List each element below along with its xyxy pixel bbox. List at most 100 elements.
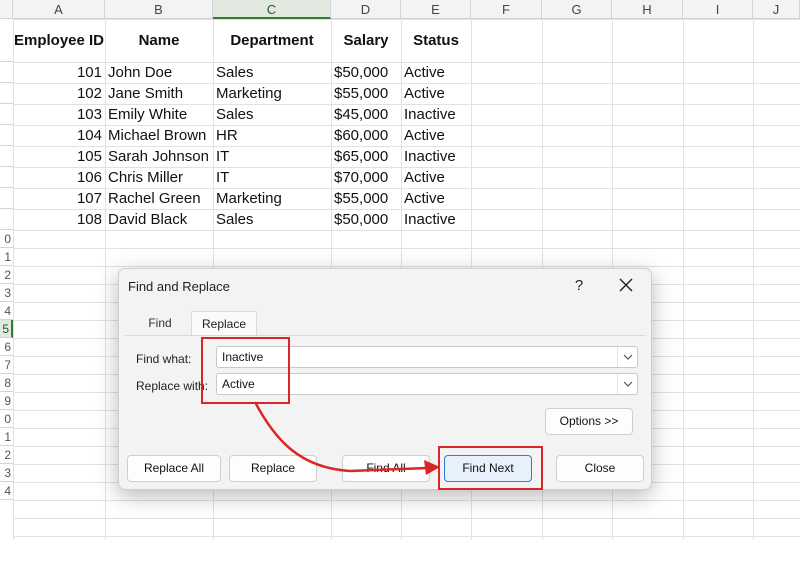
- column-header-c[interactable]: C: [213, 0, 331, 19]
- column-header-e[interactable]: E: [401, 0, 471, 19]
- cell-salary[interactable]: $45,000: [334, 104, 401, 125]
- column-header-i[interactable]: I: [683, 0, 753, 19]
- row-header[interactable]: [0, 104, 13, 125]
- cell-status[interactable]: Active: [404, 83, 471, 104]
- column-header-d[interactable]: D: [331, 0, 401, 19]
- cell-salary[interactable]: $65,000: [334, 146, 401, 167]
- cell-name[interactable]: Jane Smith: [108, 83, 213, 104]
- row-header[interactable]: 1: [0, 248, 13, 266]
- grid-row-line: [13, 536, 800, 537]
- cell-department[interactable]: Marketing: [216, 83, 331, 104]
- cell-employee-id[interactable]: 102: [13, 83, 102, 104]
- row-header[interactable]: 0: [0, 410, 13, 428]
- row-header[interactable]: [0, 125, 13, 146]
- column-header-g[interactable]: G: [542, 0, 612, 19]
- close-dialog-button[interactable]: [614, 273, 638, 297]
- row-header[interactable]: 8: [0, 374, 13, 392]
- row-header[interactable]: 4: [0, 302, 13, 320]
- cell-department[interactable]: Sales: [216, 104, 331, 125]
- cell-department[interactable]: Sales: [216, 209, 331, 230]
- chevron-down-icon: [623, 381, 633, 387]
- row-header[interactable]: 4: [0, 482, 13, 500]
- find-all-button[interactable]: Find All: [342, 455, 430, 482]
- cell-employee-id[interactable]: 104: [13, 125, 102, 146]
- cell-salary[interactable]: $70,000: [334, 167, 401, 188]
- cell-status[interactable]: Active: [404, 62, 471, 83]
- cell-name[interactable]: Michael Brown: [108, 125, 213, 146]
- row-header[interactable]: 1: [0, 428, 13, 446]
- row-header[interactable]: [0, 146, 13, 167]
- row-header[interactable]: 0: [0, 230, 13, 248]
- row-header[interactable]: [0, 19, 13, 62]
- row-header[interactable]: [0, 62, 13, 83]
- header-cell-name[interactable]: Name: [105, 19, 213, 62]
- cell-department[interactable]: IT: [216, 146, 331, 167]
- cell-salary[interactable]: $50,000: [334, 209, 401, 230]
- cell-status[interactable]: Inactive: [404, 209, 471, 230]
- cell-name[interactable]: David Black: [108, 209, 213, 230]
- options-button[interactable]: Options >>: [545, 408, 633, 435]
- row-header[interactable]: [0, 209, 13, 230]
- cell-department[interactable]: HR: [216, 125, 331, 146]
- cell-status[interactable]: Inactive: [404, 104, 471, 125]
- cell-salary[interactable]: $55,000: [334, 83, 401, 104]
- cell-status[interactable]: Inactive: [404, 146, 471, 167]
- row-header[interactable]: [0, 83, 13, 104]
- replace-all-button[interactable]: Replace All: [127, 455, 221, 482]
- cell-employee-id[interactable]: 101: [13, 62, 102, 83]
- row-header[interactable]: 2: [0, 446, 13, 464]
- cell-name[interactable]: Rachel Green: [108, 188, 213, 209]
- row-header[interactable]: 9: [0, 392, 13, 410]
- cell-salary[interactable]: $50,000: [334, 62, 401, 83]
- cell-name[interactable]: Emily White: [108, 104, 213, 125]
- grid-row-line: [13, 518, 800, 519]
- cell-salary[interactable]: $60,000: [334, 125, 401, 146]
- replace-with-dropdown[interactable]: [617, 374, 637, 394]
- row-header[interactable]: [0, 167, 13, 188]
- column-header-b[interactable]: B: [105, 0, 213, 19]
- column-header-j[interactable]: J: [753, 0, 800, 19]
- column-header-bar: ABCDEFGHIJ: [0, 0, 800, 19]
- header-cell-salary[interactable]: Salary: [331, 19, 401, 62]
- cell-status[interactable]: Active: [404, 125, 471, 146]
- column-header-a[interactable]: A: [13, 0, 105, 19]
- cell-department[interactable]: Marketing: [216, 188, 331, 209]
- cell-employee-id[interactable]: 103: [13, 104, 102, 125]
- cell-employee-id[interactable]: 107: [13, 188, 102, 209]
- cell-name[interactable]: John Doe: [108, 62, 213, 83]
- grid-row-line: [13, 248, 800, 249]
- cell-salary[interactable]: $55,000: [334, 188, 401, 209]
- row-header[interactable]: 6: [0, 338, 13, 356]
- cell-employee-id[interactable]: 105: [13, 146, 102, 167]
- select-all-corner[interactable]: [0, 0, 13, 19]
- column-header-h[interactable]: H: [612, 0, 683, 19]
- column-header-f[interactable]: F: [471, 0, 542, 19]
- row-header[interactable]: [0, 188, 13, 209]
- header-cell-employee-id[interactable]: Employee ID: [13, 19, 105, 62]
- help-button[interactable]: ?: [569, 275, 589, 297]
- find-replace-dialog: Find and Replace ? Find Replace Find wha…: [118, 268, 652, 490]
- highlight-box-find-next: [438, 446, 543, 490]
- sheet-bottom-area: [0, 540, 800, 568]
- tab-find[interactable]: Find: [137, 311, 183, 335]
- cell-department[interactable]: IT: [216, 167, 331, 188]
- cell-employee-id[interactable]: 108: [13, 209, 102, 230]
- row-header[interactable]: 3: [0, 464, 13, 482]
- header-cell-status[interactable]: Status: [401, 19, 471, 62]
- cell-employee-id[interactable]: 106: [13, 167, 102, 188]
- tab-replace[interactable]: Replace: [191, 311, 257, 335]
- cell-status[interactable]: Active: [404, 167, 471, 188]
- close-button[interactable]: Close: [556, 455, 644, 482]
- replace-button[interactable]: Replace: [229, 455, 317, 482]
- cell-name[interactable]: Chris Miller: [108, 167, 213, 188]
- cell-department[interactable]: Sales: [216, 62, 331, 83]
- row-header[interactable]: 5: [0, 320, 13, 338]
- row-header[interactable]: 3: [0, 284, 13, 302]
- row-header[interactable]: 2: [0, 266, 13, 284]
- find-what-dropdown[interactable]: [617, 347, 637, 367]
- cell-status[interactable]: Active: [404, 188, 471, 209]
- header-cell-department[interactable]: Department: [213, 19, 331, 62]
- cell-name[interactable]: Sarah Johnson: [108, 146, 213, 167]
- dialog-title: Find and Replace: [128, 279, 230, 294]
- row-header[interactable]: 7: [0, 356, 13, 374]
